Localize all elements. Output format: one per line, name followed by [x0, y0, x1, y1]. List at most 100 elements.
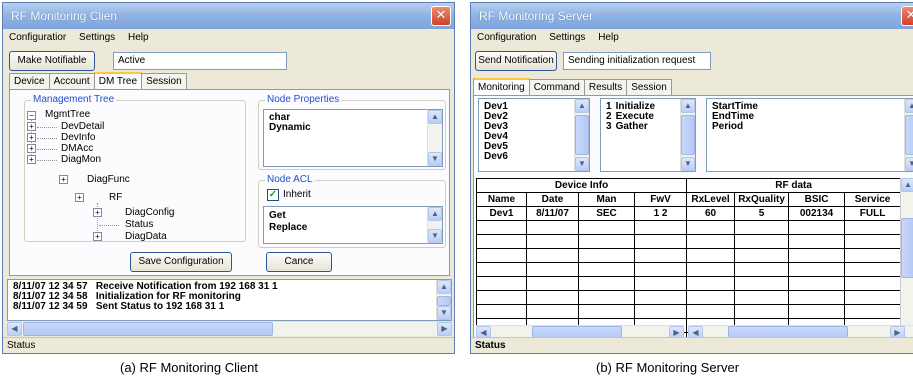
- client-tab-account[interactable]: Account: [48, 73, 95, 89]
- server-tab-results[interactable]: Results: [583, 79, 628, 95]
- device-list-scrollbar[interactable]: ▲ ▼: [574, 99, 589, 171]
- table-row[interactable]: [476, 276, 902, 291]
- save-configuration-button[interactable]: Save Configuration: [130, 252, 232, 272]
- table-scroll-thumb[interactable]: [901, 218, 913, 278]
- table-row[interactable]: [476, 234, 902, 249]
- command-scroll-thumb[interactable]: [681, 115, 695, 155]
- device-scroll-thumb[interactable]: [575, 115, 589, 155]
- column-header[interactable]: RxLevel: [686, 192, 736, 207]
- scroll-down-icon[interactable]: ▼: [575, 157, 589, 171]
- log-hscrollbar[interactable]: ◀ ▶: [7, 321, 452, 336]
- inherit-checkbox[interactable]: ✓: [267, 189, 279, 201]
- scroll-down-icon[interactable]: ▼: [437, 306, 451, 320]
- command-list-scrollbar[interactable]: ▲ ▼: [680, 99, 695, 171]
- column-header[interactable]: RxQuality: [734, 192, 790, 207]
- tree-node-diagmon[interactable]: DiagMon: [61, 155, 101, 165]
- column-header[interactable]: Name: [476, 192, 527, 207]
- cancel-button[interactable]: Cance: [266, 252, 332, 272]
- make-notifiable-button[interactable]: Make Notifiable: [9, 51, 95, 71]
- diagfunc-expand-icon[interactable]: +: [59, 175, 68, 184]
- server-titlebar[interactable]: RF Monitoring Server ✕: [471, 3, 913, 29]
- time-list-item[interactable]: Period: [707, 122, 913, 132]
- tree-node-mgmttree[interactable]: MgmtTree: [45, 110, 90, 120]
- log-scroll-thumb[interactable]: [437, 296, 451, 306]
- server-menu-settings[interactable]: Settings: [549, 32, 585, 43]
- node-acl-scrollbar[interactable]: ▲ ▼: [427, 207, 442, 243]
- node-acl-list[interactable]: Get Replace ▲ ▼: [263, 206, 443, 244]
- tree-node-diagfunc[interactable]: DiagFunc: [87, 175, 130, 185]
- server-close-icon[interactable]: ✕: [901, 6, 913, 26]
- log-hscroll-thumb[interactable]: [23, 322, 273, 336]
- dmacc-expand-icon[interactable]: +: [27, 144, 36, 153]
- column-header[interactable]: Date: [526, 192, 579, 207]
- table-cell: Dev1: [476, 206, 527, 221]
- scroll-up-icon[interactable]: ▲: [428, 207, 442, 221]
- table-row[interactable]: [476, 220, 902, 235]
- tree-node-devdetail[interactable]: DevDetail: [61, 122, 104, 132]
- server-tab-monitoring[interactable]: Monitoring: [473, 78, 530, 95]
- table-row[interactable]: [476, 290, 902, 305]
- tree-node-diagdata[interactable]: DiagData: [125, 232, 167, 242]
- devdetail-expand-icon[interactable]: +: [27, 122, 36, 131]
- log-scrollbar[interactable]: ▲ ▼: [436, 280, 451, 320]
- scroll-up-icon[interactable]: ▲: [575, 99, 589, 113]
- scroll-up-icon[interactable]: ▲: [901, 178, 913, 192]
- scroll-down-icon[interactable]: ▼: [428, 229, 442, 243]
- scroll-down-icon[interactable]: ▼: [428, 152, 442, 166]
- client-titlebar[interactable]: RF Monitoring Clien ✕: [3, 3, 454, 29]
- tree-node-rf[interactable]: RF: [109, 193, 122, 203]
- scroll-up-icon[interactable]: ▲: [428, 110, 442, 124]
- server-menu-help[interactable]: Help: [598, 32, 619, 43]
- time-list[interactable]: StartTimeEndTimePeriod ▲ ▼: [706, 98, 913, 172]
- tree-node-dmacc[interactable]: DMAcc: [61, 144, 93, 154]
- scroll-right-icon[interactable]: ▶: [437, 322, 452, 336]
- client-close-icon[interactable]: ✕: [431, 6, 451, 26]
- column-header[interactable]: FwV: [633, 192, 688, 207]
- notification-status-field[interactable]: Sending initialization request: [563, 52, 711, 70]
- node-properties-scrollbar[interactable]: ▲ ▼: [427, 110, 442, 166]
- command-list[interactable]: 1 Initialize 2 Execute 3 Gather ▲ ▼: [600, 98, 696, 172]
- column-header[interactable]: Service: [844, 192, 902, 207]
- time-scroll-thumb[interactable]: [905, 115, 913, 155]
- server-tab-session[interactable]: Session: [626, 79, 672, 95]
- tree-node-devinfo[interactable]: DevInfo: [61, 133, 95, 143]
- scroll-down-icon[interactable]: ▼: [905, 157, 913, 171]
- column-header[interactable]: BSIC: [788, 192, 846, 207]
- scroll-down-icon[interactable]: ▼: [681, 157, 695, 171]
- scroll-up-icon[interactable]: ▲: [437, 280, 451, 294]
- server-menu-configuration[interactable]: Configuration: [477, 32, 536, 43]
- server-tab-command[interactable]: Command: [528, 79, 585, 95]
- diagdata-expand-icon[interactable]: +: [93, 232, 102, 241]
- table-row[interactable]: Dev1 8/11/07 SEC 1 2 60 5 002134 FULL: [476, 206, 902, 221]
- node-properties-list[interactable]: char Dynamic ▲ ▼: [263, 109, 443, 167]
- table-cell: [844, 248, 902, 263]
- scroll-up-icon[interactable]: ▲: [681, 99, 695, 113]
- mgmttree-collapse-icon[interactable]: −: [27, 111, 36, 120]
- table-row[interactable]: [476, 248, 902, 263]
- column-header[interactable]: Man: [578, 192, 635, 207]
- client-menu-settings[interactable]: Settings: [79, 32, 115, 43]
- tree-node-diagconfig[interactable]: DiagConfig: [125, 208, 174, 218]
- scroll-left-icon[interactable]: ◀: [7, 322, 22, 336]
- diagmon-expand-icon[interactable]: +: [27, 155, 36, 164]
- tree-node-status[interactable]: Status: [125, 220, 153, 230]
- client-tab-dm-tree[interactable]: DM Tree: [93, 72, 143, 89]
- table-cell: [788, 262, 846, 277]
- client-tab-device[interactable]: Device: [9, 73, 50, 89]
- rf-expand-icon[interactable]: +: [75, 193, 84, 202]
- client-log-list[interactable]: 8/11/07 12 34 57 Receive Notification fr…: [7, 279, 452, 321]
- diagconfig-expand-icon[interactable]: +: [93, 208, 102, 217]
- device-list[interactable]: Dev1 Dev2 Dev3 Dev4 Dev5 Dev6 ▲ ▼: [478, 98, 590, 172]
- send-notification-button[interactable]: Send Notification: [475, 51, 557, 71]
- time-list-scrollbar[interactable]: ▲ ▼: [904, 99, 913, 171]
- table-row[interactable]: [476, 262, 902, 277]
- client-tab-session[interactable]: Session: [141, 73, 187, 89]
- devinfo-expand-icon[interactable]: +: [27, 133, 36, 142]
- table-row[interactable]: [476, 304, 902, 319]
- client-menu-help[interactable]: Help: [128, 32, 149, 43]
- client-menu-configuration[interactable]: Configuratior: [9, 32, 66, 43]
- device-list-item[interactable]: Dev6: [479, 152, 589, 162]
- notify-status-field[interactable]: Active: [113, 52, 287, 70]
- scroll-up-icon[interactable]: ▲: [905, 99, 913, 113]
- table-vscrollbar[interactable]: ▲: [900, 178, 913, 328]
